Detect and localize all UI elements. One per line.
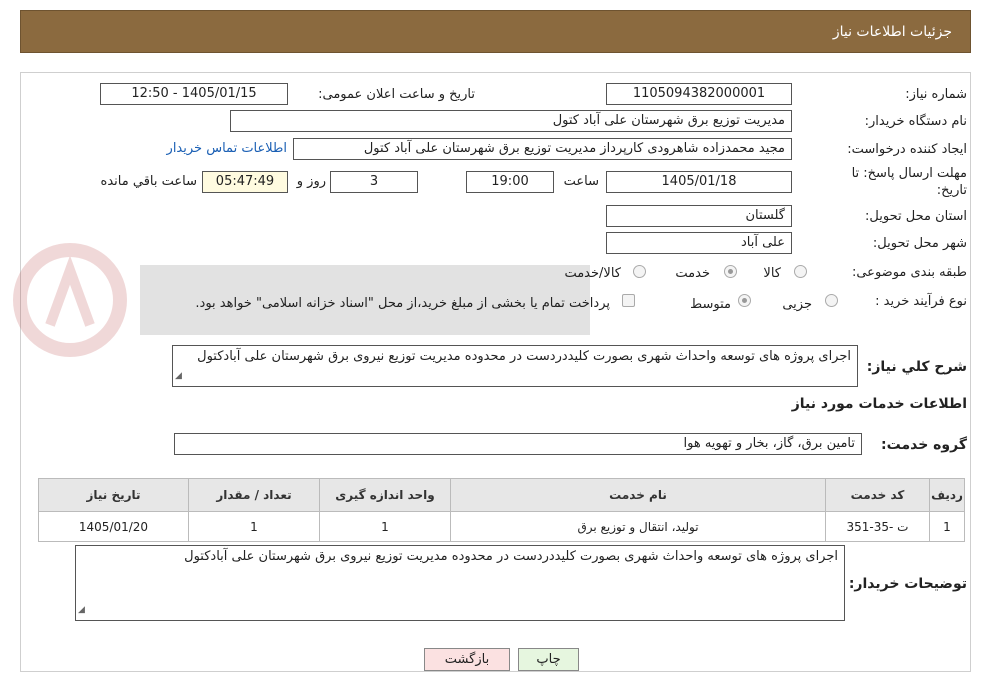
buyer-org-field: مدیریت توزیع برق شهرستان علی آباد کتول [230,110,792,132]
remaining-days-field: 3 [330,171,418,193]
service-group-label: گروه خدمت: [881,437,967,453]
category-label: طبقه بندی موضوعی: [851,265,967,280]
summary-label: شرح کلي نياز: [866,359,967,375]
page-header: جزئیات اطلاعات نیاز [20,10,971,53]
category-goods-label: کالا [763,266,781,281]
cell-unit: 1 [319,511,451,542]
col-service-code: کد خدمت [825,478,930,512]
summary-text: اجرای پروژه های توسعه واحداث شهری بصورت … [197,349,851,364]
back-button[interactable]: بازگشت [424,648,510,671]
category-goods-service-radio[interactable] [633,265,646,278]
col-unit: واحد اندازه گیری [319,478,451,512]
requester-label: ایجاد کننده درخواست: [847,142,967,157]
category-service-radio[interactable] [724,265,737,278]
city-label: شهر محل تحویل: [872,236,967,251]
table-row: 1 ت -35-351 تولید، انتقال و توزیع برق 1 … [38,511,965,542]
buyer-org-label: نام دستگاه خریدار: [864,114,967,129]
deadline-date-field: 1405/01/18 [606,171,792,193]
purchase-small-label: جزیی [782,297,812,312]
cell-service-code: ت -35-351 [825,511,930,542]
services-section-title: اطلاعات خدمات مورد نياز [791,396,967,412]
city-field: علی آباد [606,232,792,254]
deadline-time-label: ساعت [563,174,599,189]
need-number-label: شماره نیاز: [905,87,967,102]
deadline-label: مهلت ارسال پاسخ: تا [851,166,967,181]
cell-row-number: 1 [929,511,965,542]
requester-field: مجید محمدزاده شاهرودی کارپرداز مدیریت تو… [293,138,792,160]
category-goods-radio[interactable] [794,265,807,278]
buyer-notes-textarea[interactable]: اجرای پروژه های توسعه واحداث شهری بصورت … [75,545,845,621]
need-number-field: 1105094382000001 [606,83,792,105]
treasury-note: پرداخت تمام یا بخشی از مبلغ خرید،از محل … [195,296,610,311]
remaining-days-label: روز و [296,174,326,189]
col-need-date: تاریخ نیاز [38,478,189,512]
purchase-small-radio[interactable] [825,294,838,307]
service-group-field: تامین برق، گاز، بخار و تهویه هوا [174,433,862,455]
summary-textarea[interactable]: اجرای پروژه های توسعه واحداث شهری بصورت … [172,345,858,387]
deadline-time-field: 19:00 [466,171,554,193]
col-row-number: ردیف [929,478,965,512]
table-header-row: ردیف کد خدمت نام خدمت واحد اندازه گیری ت… [38,478,965,512]
treasury-checkbox[interactable] [622,294,635,307]
cell-service-name: تولید، انتقال و توزیع برق [450,511,826,542]
category-service-label: خدمت [675,266,710,281]
buyer-notes-label: توضیحات خریدار: [848,576,967,592]
resize-grip-icon[interactable]: ◢ [175,368,182,385]
category-goods-service-label: کالا/خدمت [564,266,621,281]
purchase-medium-radio[interactable] [738,294,751,307]
purchase-medium-label: متوسط [690,297,731,312]
remaining-time-field: 05:47:49 [202,171,288,193]
buyer-contact-link[interactable]: اطلاعات تماس خریدار [167,141,287,156]
cell-quantity: 1 [188,511,320,542]
buyer-notes-text: اجرای پروژه های توسعه واحداث شهری بصورت … [184,549,838,564]
col-quantity: تعداد / مقدار [188,478,320,512]
province-field: گلستان [606,205,792,227]
page-title: جزئیات اطلاعات نیاز [832,24,952,40]
deadline-label-date: تاریخ: [936,183,967,198]
services-table: ردیف کد خدمت نام خدمت واحد اندازه گیری ت… [38,478,965,542]
purchase-type-label: نوع فرآیند خرید : [875,294,967,309]
resize-grip-icon[interactable]: ◢ [78,602,85,619]
announce-datetime-label: تاریخ و ساعت اعلان عمومی: [318,87,475,102]
cell-need-date: 1405/01/20 [38,511,189,542]
print-button[interactable]: چاپ [518,648,579,671]
col-service-name: نام خدمت [450,478,826,512]
announce-datetime-field: 1405/01/15 - 12:50 [100,83,288,105]
province-label: استان محل تحویل: [865,209,967,224]
remaining-time-label: ساعت باقي مانده [100,174,197,189]
